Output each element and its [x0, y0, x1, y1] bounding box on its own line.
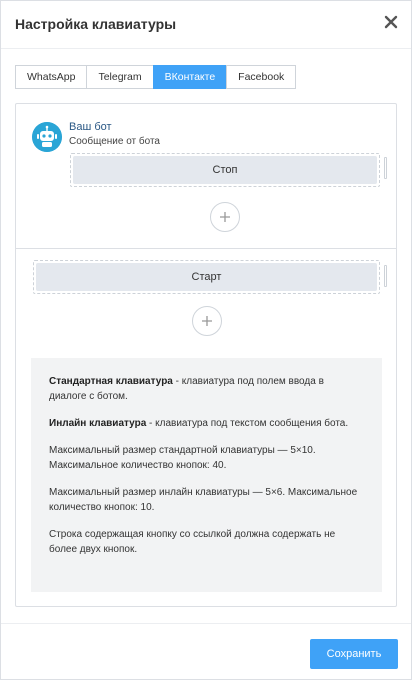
plus-icon [220, 212, 230, 222]
info-inline-title: Инлайн клавиатура [49, 418, 147, 429]
tab-whatsapp[interactable]: WhatsApp [15, 65, 88, 89]
tab-facebook[interactable]: Facebook [226, 65, 297, 89]
bot-message-text: Сообщение от бота [69, 136, 160, 147]
bot-avatar-icon [32, 122, 62, 152]
platform-tabs: WhatsApp Telegram ВКонтакте Facebook [15, 65, 297, 89]
close-icon[interactable] [383, 14, 399, 30]
standard-keyboard-row: Старт [33, 260, 380, 294]
footer-divider [1, 623, 411, 624]
info-standard-title: Стандартная клавиатура [49, 376, 173, 387]
add-inline-button[interactable] [210, 202, 240, 232]
section-divider [16, 248, 396, 249]
info-inline: Инлайн клавиатура - клавиатура под текст… [49, 416, 364, 431]
save-button[interactable]: Сохранить [310, 639, 398, 669]
keyboard-settings-dialog: Настройка клавиатуры WhatsApp Telegram В… [0, 0, 412, 680]
row-drag-handle[interactable] [384, 265, 387, 287]
info-inline-limits: Максимальный размер инлайн клавиатуры — … [49, 487, 358, 513]
add-keyboard-row-button[interactable] [192, 306, 222, 336]
keyboard-editor-panel: Ваш бот Сообщение от бота Стоп Старт Ста… [15, 103, 397, 607]
keyboard-button-start[interactable]: Старт [36, 263, 377, 291]
inline-button-stop[interactable]: Стоп [73, 156, 377, 184]
info-inline-desc: - клавиатура под текстом сообщения бота. [146, 418, 349, 429]
tab-vkontakte[interactable]: ВКонтакте [152, 65, 228, 89]
inline-keyboard-row: Стоп [70, 153, 380, 187]
info-link-note: Строка содержащая кнопку со ссылкой долж… [49, 529, 336, 555]
info-standard: Стандартная клавиатура - клавиатура под … [49, 374, 364, 404]
keyboard-info-box: Стандартная клавиатура - клавиатура под … [31, 358, 382, 592]
dialog-title: Настройка клавиатуры [15, 16, 177, 32]
dialog-header: Настройка клавиатуры [1, 1, 411, 49]
info-standard-limits: Максимальный размер стандартной клавиату… [49, 445, 316, 471]
tab-telegram[interactable]: Telegram [86, 65, 154, 89]
row-drag-handle[interactable] [384, 157, 387, 179]
plus-icon [202, 316, 212, 326]
bot-name: Ваш бот [69, 121, 112, 133]
